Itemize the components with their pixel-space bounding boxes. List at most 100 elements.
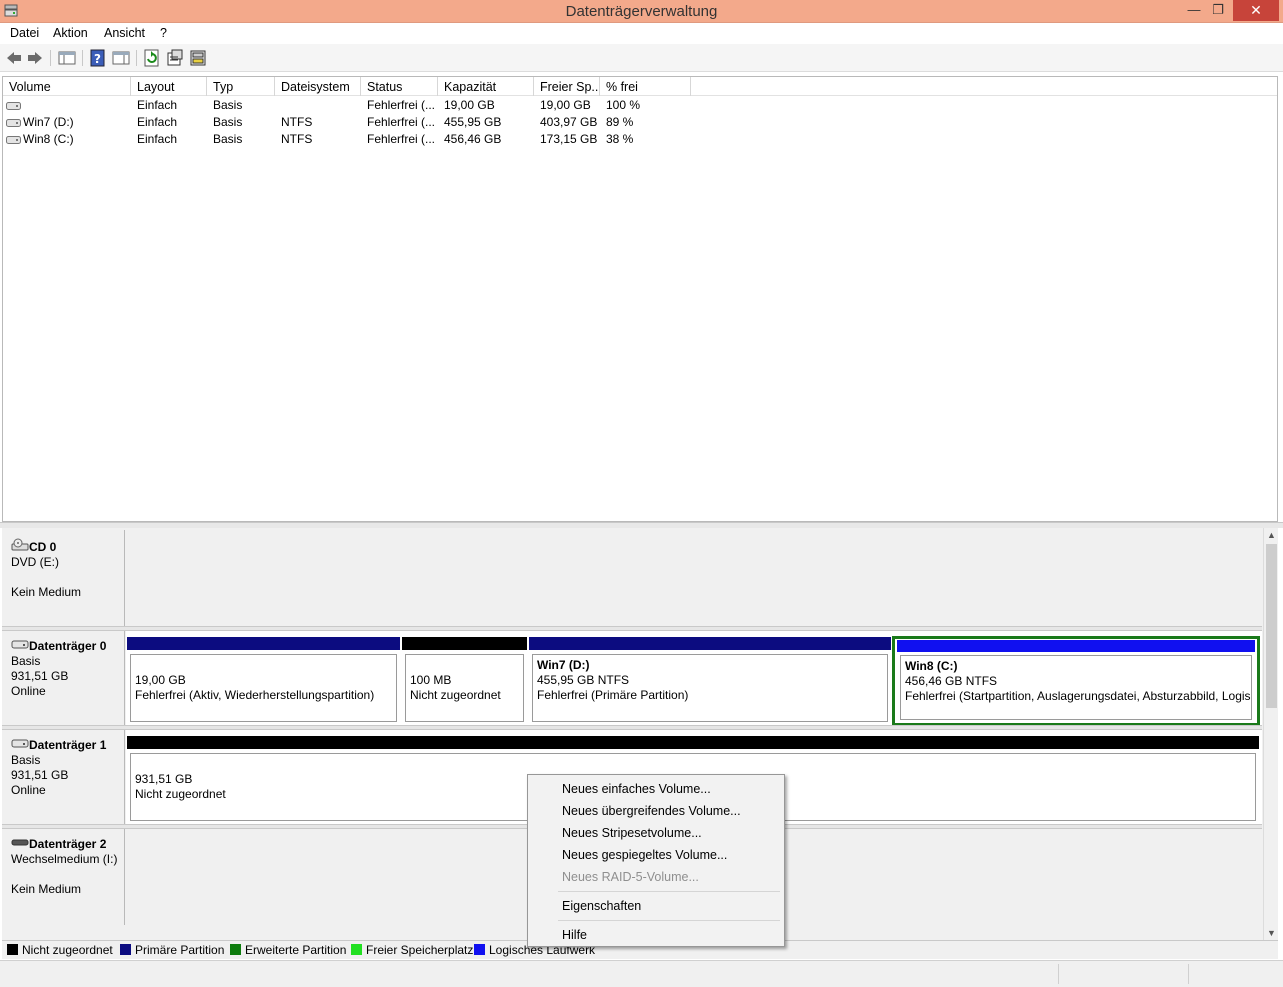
partition-status: Nicht zugeordnet: [410, 688, 501, 702]
volume-capacity: 456,46 GB: [444, 132, 502, 146]
partition-body: 100 MB Nicht zugeordnet: [405, 654, 524, 722]
cd-drive-icon: [11, 538, 29, 551]
menu-datei[interactable]: Datei: [10, 26, 39, 40]
disk-row-disk0: Datenträger 0 Basis 931,51 GB Online 19,…: [2, 631, 1262, 726]
menu-aktion[interactable]: Aktion: [53, 26, 88, 40]
menu-help-item[interactable]: Hilfe: [562, 928, 587, 942]
disk-name: Datenträger 2: [29, 837, 107, 851]
drive-icon: [6, 100, 21, 110]
partition-bar-logical: [897, 640, 1255, 652]
disk-type: DVD (E:): [11, 555, 59, 569]
partition-recovery[interactable]: 19,00 GB Fehlerfrei (Aktiv, Wiederherste…: [127, 637, 400, 725]
disk-state: Kein Medium: [11, 882, 82, 896]
partition-size: 100 MB: [410, 673, 452, 687]
restore-button[interactable]: ❐: [1204, 0, 1232, 21]
partition-win7[interactable]: Win7 (D:) 455,95 GB NTFS Fehlerfrei (Pri…: [529, 637, 891, 725]
disk-name: Datenträger 0: [29, 639, 107, 653]
legend-swatch: [230, 944, 241, 955]
disk-area-disk0: 19,00 GB Fehlerfrei (Aktiv, Wiederherste…: [126, 631, 1262, 726]
scroll-up-icon[interactable]: ▲: [1264, 530, 1279, 540]
menu-bar: Datei Aktion Ansicht ?: [0, 23, 1283, 44]
volume-row[interactable]: Win7 (D:) Einfach Basis NTFS Fehlerfrei …: [3, 114, 1277, 131]
col-kapazitaet[interactable]: Kapazität: [438, 77, 534, 96]
disk-area-cd0: [126, 530, 1262, 626]
hard-disk-icon: [11, 639, 29, 649]
properties-pane-icon[interactable]: [112, 49, 130, 67]
title-bar: Datenträgerverwaltung — ❐ ✕: [0, 0, 1283, 23]
toolbar: ?: [0, 44, 1283, 72]
help-icon[interactable]: ?: [89, 49, 107, 67]
disk-name: CD 0: [29, 540, 57, 554]
status-section: [1188, 964, 1278, 984]
window-title: Datenträgerverwaltung: [565, 3, 718, 20]
partition-unallocated-100mb[interactable]: 100 MB Nicht zugeordnet: [402, 637, 527, 725]
volume-layout: Einfach: [137, 115, 178, 129]
disk-label-cd0[interactable]: CD 0 DVD (E:) Kein Medium: [2, 530, 125, 626]
partition-status: Fehlerfrei (Aktiv, Wiederherstellungspar…: [135, 688, 375, 702]
console-tree-icon[interactable]: [58, 49, 76, 67]
menu-ansicht[interactable]: Ansicht: [104, 26, 145, 40]
col-freier-speicher[interactable]: Freier Sp...: [534, 77, 600, 96]
volume-pct-free: 100 %: [606, 98, 641, 112]
partition-bar-unallocated: [127, 736, 1259, 749]
disk-label-disk0[interactable]: Datenträger 0 Basis 931,51 GB Online: [2, 631, 125, 725]
back-icon[interactable]: [5, 49, 23, 67]
volume-free: 19,00 GB: [540, 98, 591, 112]
menu-new-striped-volume[interactable]: Neues Stripesetvolume...: [562, 826, 702, 840]
disk-label-disk2[interactable]: Datenträger 2 Wechselmedium (I:) Kein Me…: [2, 829, 125, 925]
drive-icon: [6, 134, 21, 144]
menu-new-spanned-volume[interactable]: Neues übergreifendes Volume...: [562, 804, 741, 818]
menu-help[interactable]: ?: [160, 26, 167, 40]
volume-free: 173,15 GB: [540, 132, 598, 146]
properties-icon[interactable]: [166, 49, 184, 67]
toolbar-separator: [50, 50, 51, 66]
drive-icon: [6, 117, 21, 127]
volume-row[interactable]: Win8 (C:) Einfach Basis NTFS Fehlerfrei …: [3, 131, 1277, 148]
partition-win8[interactable]: Win8 (C:) 456,46 GB NTFS Fehlerfrei (Sta…: [892, 636, 1260, 726]
col-dateisystem[interactable]: Dateisystem: [275, 77, 361, 96]
menu-properties[interactable]: Eigenschaften: [562, 899, 641, 913]
partition-size: 456,46 GB NTFS: [905, 674, 998, 688]
menu-new-simple-volume[interactable]: Neues einfaches Volume...: [562, 782, 711, 796]
status-bar: [0, 960, 1283, 987]
partition-bar-primary: [127, 637, 400, 650]
partition-title: Win8 (C:): [905, 659, 958, 673]
menu-new-mirrored-volume[interactable]: Neues gespiegeltes Volume...: [562, 848, 727, 862]
column-header: Volume Layout Typ Dateisystem Status Kap…: [3, 77, 1277, 96]
status-section: [1058, 964, 1188, 984]
disk-name: Datenträger 1: [29, 738, 107, 752]
col-volume[interactable]: Volume: [3, 77, 131, 96]
legend-item: Erweiterte Partition: [230, 943, 346, 957]
disk-label-disk1[interactable]: Datenträger 1 Basis 931,51 GB Online: [2, 730, 125, 824]
col-status[interactable]: Status: [361, 77, 438, 96]
scroll-thumb[interactable]: [1266, 544, 1277, 708]
menu-separator: [558, 891, 780, 892]
partition-body: 19,00 GB Fehlerfrei (Aktiv, Wiederherste…: [130, 654, 397, 722]
volume-capacity: 455,95 GB: [444, 115, 502, 129]
volume-type: Basis: [213, 132, 243, 146]
col-layout[interactable]: Layout: [131, 77, 207, 96]
disk-row-cd0: CD 0 DVD (E:) Kein Medium: [2, 530, 1262, 626]
legend-swatch: [474, 944, 485, 955]
partition-status: Fehlerfrei (Startpartition, Auslagerungs…: [905, 689, 1251, 703]
removable-disk-icon: [11, 837, 29, 847]
hard-disk-icon: [11, 738, 29, 748]
disk-state: Kein Medium: [11, 585, 82, 599]
col-prozent-frei[interactable]: % frei: [600, 77, 691, 96]
rescan-icon[interactable]: [189, 49, 207, 67]
legend-label: Freier Speicherplatz: [366, 943, 474, 957]
partition-bar-unallocated: [402, 637, 527, 650]
volume-name: Win8 (C:): [23, 132, 74, 146]
vertical-scrollbar[interactable]: ▲ ▼: [1263, 528, 1278, 940]
refresh-icon[interactable]: [143, 49, 161, 67]
legend-swatch: [7, 944, 18, 955]
forward-icon[interactable]: [26, 49, 44, 67]
scroll-down-icon[interactable]: ▼: [1264, 928, 1279, 938]
volume-name: Win7 (D:): [23, 115, 74, 129]
partition-status: Fehlerfrei (Primäre Partition): [537, 688, 689, 702]
disk-size: 931,51 GB: [11, 669, 69, 683]
close-button[interactable]: ✕: [1233, 0, 1279, 21]
col-typ[interactable]: Typ: [207, 77, 275, 96]
volume-row[interactable]: Einfach Basis Fehlerfrei (... 19,00 GB 1…: [3, 97, 1277, 114]
legend-swatch: [351, 944, 362, 955]
